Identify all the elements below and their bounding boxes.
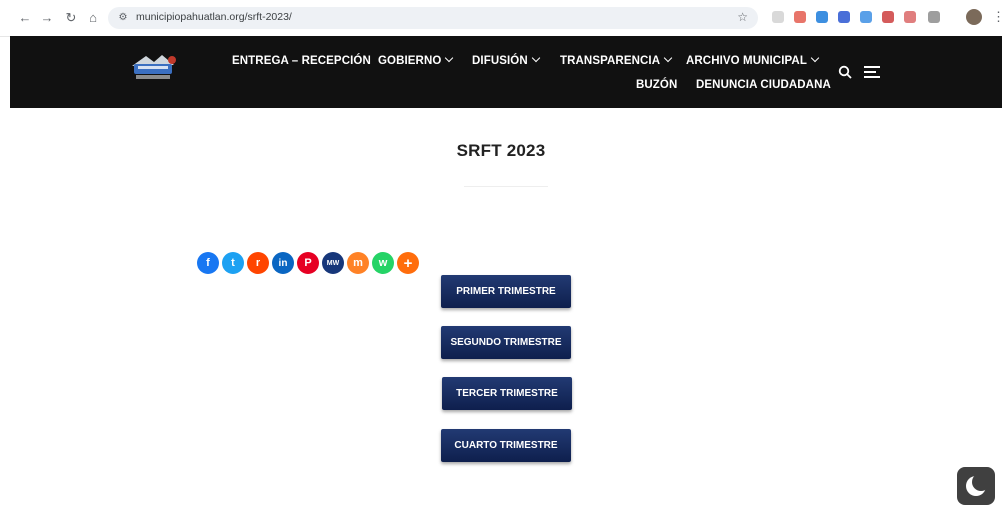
cuarto-trimestre-button[interactable]: CUARTO TRIMESTRE (441, 429, 571, 462)
municipal-logo[interactable] (128, 52, 178, 84)
extension-icon[interactable] (860, 11, 872, 23)
nav-label: ARCHIVO MUNICIPAL (686, 55, 807, 67)
nav-label: BUZÓN (636, 79, 678, 91)
profile-avatar[interactable] (966, 9, 982, 25)
site-info-icon[interactable]: ⚙ (116, 11, 130, 25)
hamburger-menu-icon[interactable] (864, 66, 880, 78)
nav-label: TRANSPARENCIA (560, 55, 661, 67)
pinterest-share-icon[interactable]: P (297, 252, 319, 274)
extensions-icon[interactable] (928, 11, 940, 23)
primer-trimestre-button[interactable]: PRIMER TRIMESTRE (441, 275, 571, 308)
more-menu-icon[interactable]: ⋮ (992, 9, 1002, 25)
chevron-down-icon (810, 53, 820, 63)
twitter-share-icon[interactable]: t (222, 252, 244, 274)
mewe-share-icon[interactable]: MW (322, 252, 344, 274)
segundo-trimestre-button[interactable]: SEGUNDO TRIMESTRE (441, 326, 571, 359)
page-title: SRFT 2023 (456, 141, 546, 160)
extension-icon[interactable] (772, 11, 784, 23)
chevron-down-icon (445, 53, 454, 63)
more-share-icon[interactable]: + (397, 252, 419, 274)
nav-gobierno[interactable]: GOBIERNO (378, 53, 454, 67)
facebook-share-icon[interactable]: f (197, 252, 219, 274)
home-icon[interactable]: ⌂ (84, 9, 102, 27)
title-divider (464, 186, 548, 187)
browser-toolbar: ← → ↻ ⌂ ⚙ municipiopahuatlan.org/srft-20… (0, 0, 1002, 37)
extension-icon[interactable] (904, 11, 916, 23)
linkedin-share-icon[interactable]: in (272, 252, 294, 274)
url-text[interactable]: municipiopahuatlan.org/srft-2023/ (136, 11, 292, 23)
mix-share-icon[interactable]: m (347, 252, 369, 274)
back-icon[interactable]: ← (16, 9, 34, 27)
nav-transparencia[interactable]: TRANSPARENCIA (560, 53, 673, 67)
moon-icon (966, 473, 990, 496)
reload-icon[interactable]: ↻ (62, 9, 80, 27)
address-bar[interactable]: ⚙ municipiopahuatlan.org/srft-2023/ ☆ (108, 7, 758, 29)
nav-entrega-recepcion[interactable]: ENTREGA – RECEPCIÓN (232, 55, 371, 67)
nav-buzon[interactable]: BUZÓN (636, 79, 677, 91)
chevron-down-icon (531, 53, 540, 63)
site-header: ENTREGA – RECEPCIÓN GOBIERNO DIFUSIÓN TR… (10, 36, 1002, 108)
forward-icon[interactable]: → (38, 9, 56, 27)
nav-difusion[interactable]: DIFUSIÓN (472, 53, 540, 67)
extension-icon[interactable] (882, 11, 894, 23)
reddit-share-icon[interactable]: r (247, 252, 269, 274)
nav-label: GOBIERNO (378, 55, 442, 67)
search-icon[interactable] (838, 65, 852, 79)
nav-label: DIFUSIÓN (472, 55, 528, 67)
whatsapp-share-icon[interactable]: w (372, 252, 394, 274)
extension-icon[interactable] (794, 11, 806, 23)
nav-archivo-municipal[interactable]: ARCHIVO MUNICIPAL (686, 53, 820, 67)
tercer-trimestre-button[interactable]: TERCER TRIMESTRE (442, 377, 572, 410)
nav-label: ENTREGA – RECEPCIÓN (232, 55, 371, 67)
extension-icon[interactable] (816, 11, 828, 23)
nav-label: DENUNCIA CIUDADANA (696, 79, 831, 91)
nav-denuncia-ciudadana[interactable]: DENUNCIA CIUDADANA (696, 79, 831, 91)
dark-mode-toggle[interactable] (957, 467, 995, 505)
extension-icon[interactable] (838, 11, 850, 23)
chevron-down-icon (663, 53, 673, 63)
bookmark-star-icon[interactable]: ☆ (737, 10, 748, 24)
